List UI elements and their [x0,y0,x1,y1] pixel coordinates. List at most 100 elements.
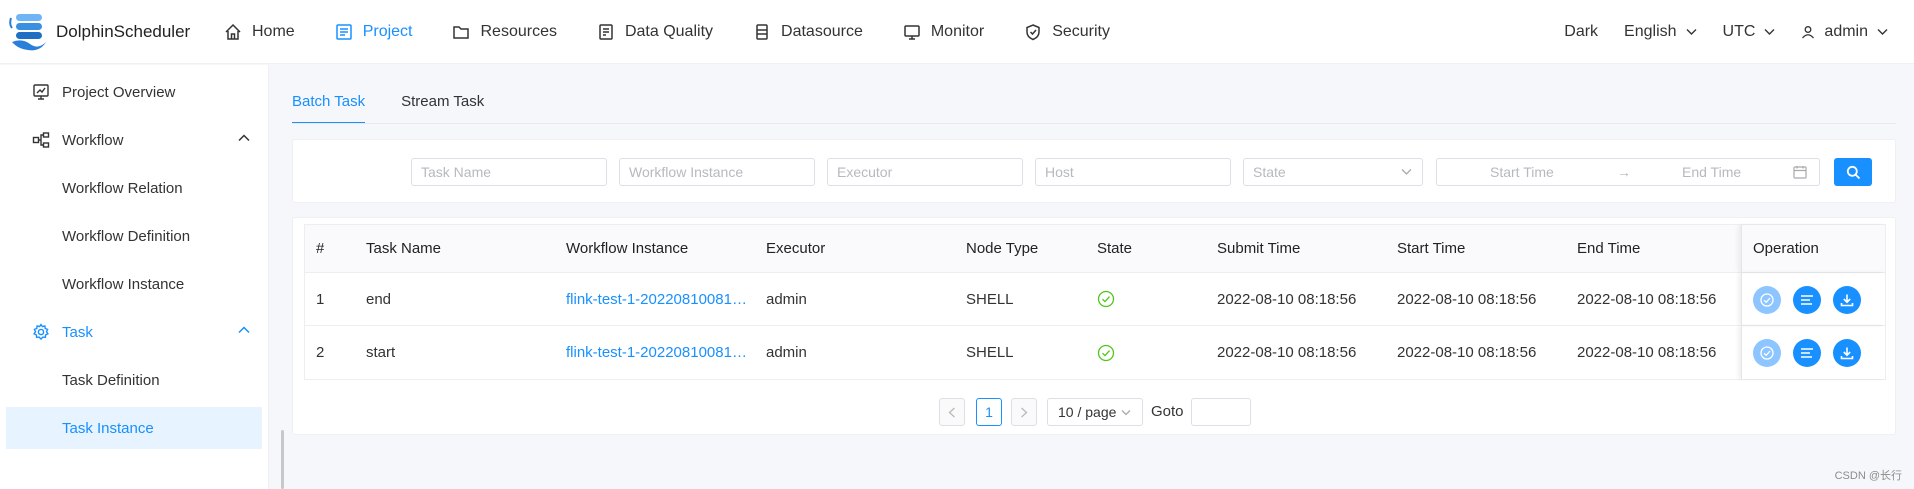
executor-input[interactable]: Executor [827,158,1023,186]
tab-stream-task[interactable]: Stream Task [401,88,484,124]
next-page-button[interactable] [1011,398,1037,426]
sidebar-item-label: Task Instance [62,419,154,437]
task-name-input[interactable]: Task Name [411,158,607,186]
nav-project[interactable]: Project [335,0,413,64]
prev-page-button[interactable] [939,398,965,426]
row-submit-time: 2022-08-10 08:18:56 [1217,290,1357,308]
col-node-type: Node Type [966,240,1039,257]
row-state [1097,273,1115,325]
sidebar-scrollbar[interactable] [281,430,284,489]
download-log-button[interactable] [1833,286,1861,314]
nav-security-label: Security [1052,23,1110,40]
nav-datasource-label: Datasource [781,23,863,40]
nav-datasource[interactable]: Datasource [753,0,863,64]
row-submit-time: 2022-08-10 08:18:56 [1217,344,1357,361]
host-input[interactable]: Host [1035,158,1231,186]
state-placeholder: State [1253,164,1286,180]
nav-data-quality-label: Data Quality [624,23,714,40]
table-row: 1 end flink-test-1-20220810081… admin SH… [305,273,1885,326]
check-circle-icon [1760,346,1774,360]
download-log-button[interactable] [1833,339,1861,367]
row-executor: admin [766,290,807,308]
col-operation: Operation [1753,240,1819,257]
row-node-type: SHELL [966,344,1014,361]
timezone-select[interactable]: UTC [1723,23,1776,41]
operation-header-cell: Operation [1741,225,1886,272]
row-start-time: 2022-08-10 08:18:56 [1397,290,1537,308]
view-log-button[interactable] [1793,286,1821,314]
state-select[interactable]: State [1243,158,1423,186]
search-icon [1846,165,1860,179]
col-submit-time: Submit Time [1217,240,1301,257]
sidebar-item-label: Workflow Definition [62,227,191,245]
search-button[interactable] [1834,158,1872,186]
sidebar-item-workflow[interactable]: Workflow [6,119,262,161]
row-task-name: start [366,344,396,361]
sidebar-item-task[interactable]: Task [6,311,262,353]
sidebar-item-workflow-instance[interactable]: Workflow Instance [6,263,262,305]
theme-toggle[interactable]: Dark [1564,23,1598,41]
nav-home-label: Home [252,23,295,40]
row-executor: admin [766,344,807,361]
row-start-time: 2022-08-10 08:18:56 [1397,344,1537,361]
sidebar-item-label: Task [62,323,93,341]
nav-home[interactable]: Home [224,0,295,64]
app-name: DolphinScheduler [56,22,191,41]
col-task-name: Task Name [366,240,442,257]
folder-icon [453,26,470,39]
sidebar-item-label: Project Overview [62,83,176,101]
table-header-row: # Task Name Workflow Instance Executor N… [305,225,1885,273]
top-header: DolphinScheduler Home Project Resources … [0,0,1914,64]
time-range-picker[interactable]: Start Time → End Time [1436,158,1820,186]
user-menu[interactable]: admin [1801,23,1888,41]
nav-data-quality[interactable]: Data Quality [597,0,713,64]
task-name-placeholder: Task Name [421,164,492,180]
row-state [1097,326,1115,379]
datasource-icon [756,24,768,40]
force-success-button[interactable] [1753,286,1781,314]
sidebar-item-label: Workflow Instance [62,275,185,293]
nav-resources[interactable]: Resources [452,0,557,64]
page-size-select[interactable]: 10 / page [1047,398,1143,426]
row-end-time: 2022-08-10 08:18:56 [1577,290,1717,308]
logo[interactable]: DolphinScheduler [8,12,190,52]
nav-project-label: Project [362,23,413,40]
chevron-right-icon [1021,406,1028,418]
sidebar-item-project-overview[interactable]: Project Overview [6,71,262,113]
workflow-instance-input[interactable]: Workflow Instance [619,158,815,186]
chevron-left-icon [948,406,955,418]
filter-bar: Task Name Workflow Instance Executor Hos… [292,139,1896,203]
goto-page-input[interactable] [1191,398,1251,426]
success-check-icon [1097,344,1115,361]
sidebar-item-task-instance[interactable]: Task Instance [6,407,262,449]
chevron-up-icon [238,326,250,334]
chart-board-icon [33,84,49,100]
task-instance-table-card: # Task Name Workflow Instance Executor N… [292,217,1896,435]
nav-security[interactable]: Security [1024,0,1110,64]
row-end-time: 2022-08-10 08:18:56 [1577,344,1717,361]
view-log-button[interactable] [1793,339,1821,367]
sidebar-item-label: Workflow [62,131,124,149]
monitor-icon [904,25,920,40]
nav-monitor-label: Monitor [930,23,985,40]
sidebar-item-label: Workflow Relation [62,179,183,197]
force-success-button[interactable] [1753,339,1781,367]
sidebar-item-task-definition[interactable]: Task Definition [6,359,262,401]
sidebar-item-workflow-relation[interactable]: Workflow Relation [6,167,262,209]
language-label: English [1624,23,1677,40]
sidebar-item-workflow-definition[interactable]: Workflow Definition [6,215,262,257]
tab-batch-task[interactable]: Batch Task [292,88,366,124]
nav-monitor[interactable]: Monitor [903,0,984,64]
download-icon [1840,347,1854,360]
col-state: State [1097,240,1133,257]
page-number-current[interactable]: 1 [976,398,1002,426]
row-workflow-instance-link[interactable]: flink-test-1-20220810081… [566,273,756,325]
col-workflow-instance: Workflow Instance [566,240,689,257]
user-icon [1802,26,1815,39]
language-select[interactable]: English [1624,23,1697,41]
table-row: 2 start flink-test-1-20220810081… admin … [305,326,1885,379]
executor-placeholder: Executor [837,164,893,180]
workflow-instance-placeholder: Workflow Instance [629,164,744,180]
row-index: 1 [316,290,325,308]
row-workflow-instance-link[interactable]: flink-test-1-20220810081… [566,326,756,379]
